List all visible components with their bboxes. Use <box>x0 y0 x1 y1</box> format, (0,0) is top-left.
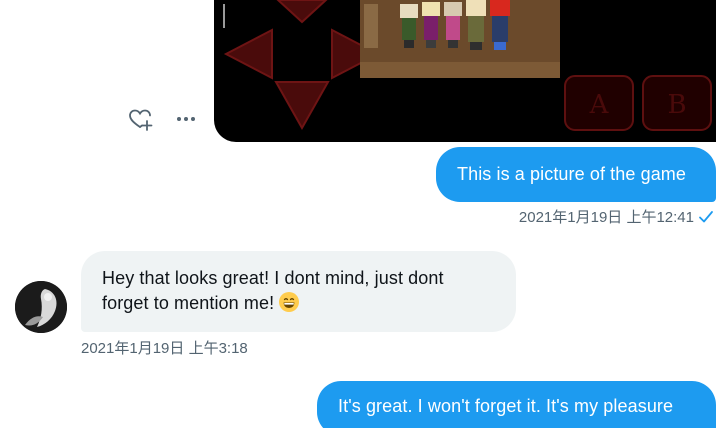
svg-text:B: B <box>667 90 686 120</box>
message-timestamp: 2021年1月19日 上午3:18 <box>81 340 248 357</box>
message-text: This is a picture of the game <box>457 164 687 184</box>
sent-message-bubble[interactable]: This is a picture of the game <box>436 147 716 202</box>
read-check-icon <box>699 210 713 222</box>
sent-message-bubble[interactable]: It's great. I won't forget it. It's my p… <box>317 381 716 428</box>
svg-text:A: A <box>589 90 610 120</box>
message-text: Hey that looks great! I dont mind, just … <box>102 268 444 313</box>
sender-avatar[interactable] <box>15 281 67 333</box>
b-button-icon: B <box>642 75 712 131</box>
message-text: It's great. I won't forget it. It's my p… <box>338 396 674 416</box>
received-message-bubble[interactable]: Hey that looks great! I dont mind, just … <box>81 251 516 332</box>
game-screenshot-image[interactable]: A B <box>214 0 716 142</box>
game-scene <box>360 0 560 78</box>
more-icon[interactable] <box>173 106 199 132</box>
dpad-icon <box>223 0 381 131</box>
add-reaction-icon[interactable] <box>127 106 153 132</box>
a-button-icon: A <box>564 75 634 131</box>
game-screenshot-graphic: A B <box>223 0 712 131</box>
message-timestamp: 2021年1月19日 上午12:41 <box>519 206 714 227</box>
grinning-face-emoji-icon <box>278 291 300 313</box>
